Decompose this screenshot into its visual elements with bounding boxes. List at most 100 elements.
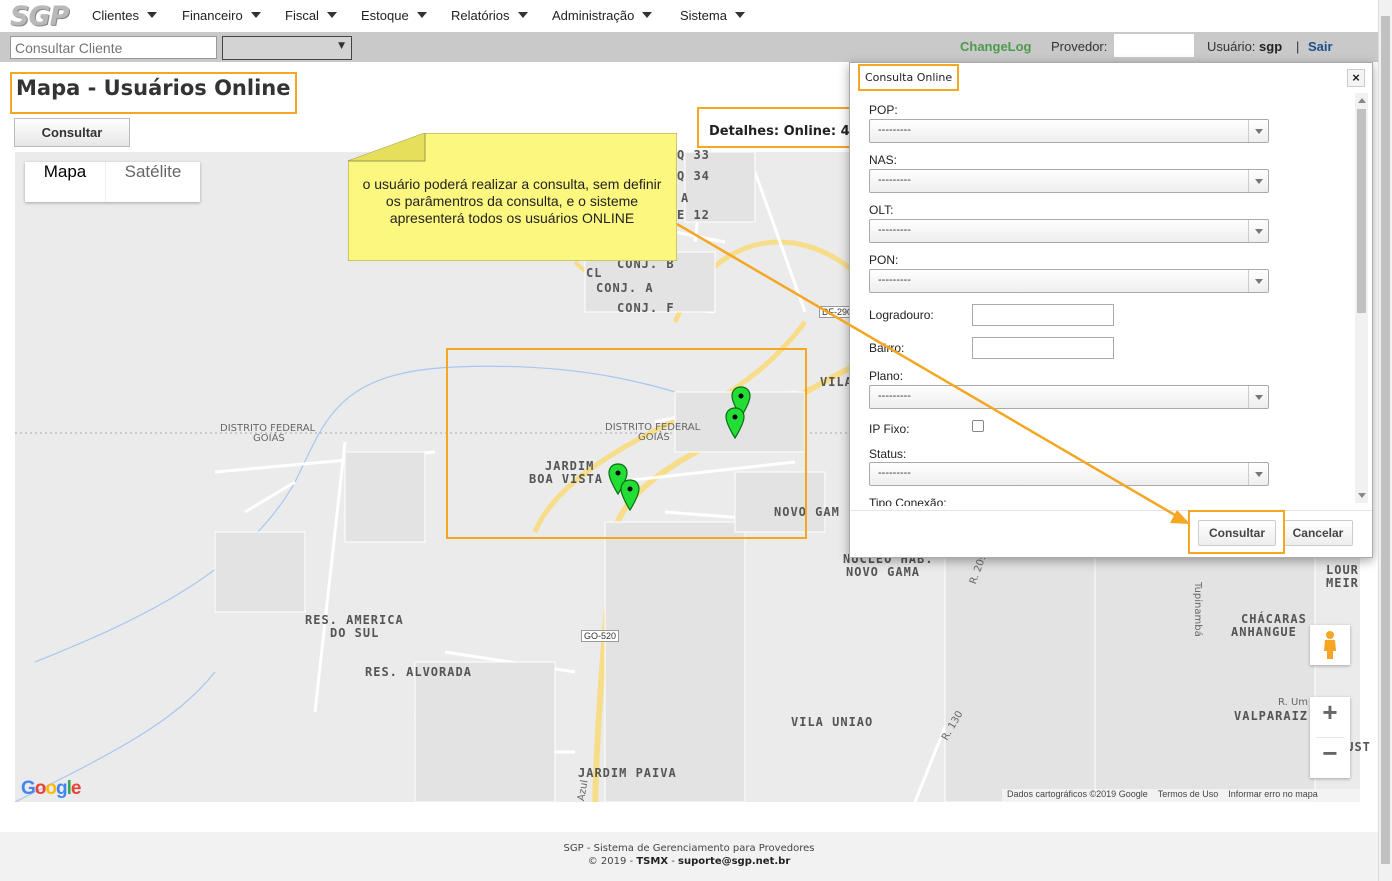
map-label: R. Um	[1278, 697, 1309, 708]
menu-sistema[interactable]: Sistema	[680, 8, 745, 23]
logout-link[interactable]: Sair	[1308, 39, 1333, 54]
menu-label: Relatórios	[451, 8, 510, 23]
chevron-down-icon	[1248, 463, 1268, 485]
map-label: CONJ. A	[596, 281, 654, 295]
caret-down-icon	[250, 12, 261, 18]
map-type-mapa[interactable]: Mapa	[25, 162, 105, 202]
ip-fixo-checkbox[interactable]	[972, 420, 984, 432]
map-label: E 12	[677, 208, 710, 222]
provedor-input[interactable]	[1114, 34, 1194, 57]
map-label: GOIÁS	[253, 433, 285, 444]
menu-label: Financeiro	[182, 8, 243, 23]
footer-copyright: © 2019 -	[587, 856, 634, 867]
menu-label: Fiscal	[285, 8, 319, 23]
map-label: MEIR	[1326, 576, 1359, 590]
menu-estoque[interactable]: Estoque	[361, 8, 427, 23]
map-label: CL	[586, 266, 603, 280]
scroll-thumb[interactable]	[1357, 109, 1366, 313]
map-label: CONJ. F	[617, 301, 675, 315]
footer-company: TSMX	[636, 856, 669, 867]
field-label: POP:	[869, 103, 898, 117]
zoom-in-button[interactable]: +	[1310, 697, 1350, 737]
map-attribution: Dados cartográficos ©2019 Google Termos d…	[1002, 789, 1360, 802]
highlight-dialog-title	[858, 64, 959, 91]
dialog-body: POP: --------- NAS: --------- OLT: -----…	[850, 92, 1355, 506]
chevron-down-icon	[1248, 386, 1268, 408]
plano-select[interactable]: ---------	[869, 385, 1269, 409]
menu-fiscal[interactable]: Fiscal	[285, 8, 337, 23]
select-value: ---------	[878, 467, 911, 479]
menu-clientes[interactable]: Clientes	[92, 8, 157, 23]
page-scrollbar[interactable]	[1378, 0, 1392, 881]
highlight-pins-area	[446, 348, 807, 539]
field-label: Bairro:	[869, 341, 905, 355]
zoom-control: + −	[1310, 697, 1350, 778]
caret-down-icon	[517, 12, 528, 18]
street-view-pegman-icon[interactable]	[1310, 625, 1350, 665]
map-label: NOVO GAMA	[846, 565, 921, 579]
chevron-down-icon	[1248, 170, 1268, 192]
separator: |	[1296, 39, 1300, 54]
status-select[interactable]: ---------	[869, 462, 1269, 486]
page-scroll-thumb[interactable]	[1381, 16, 1390, 864]
map-label: A	[681, 191, 690, 205]
zoom-out-button[interactable]: −	[1310, 738, 1350, 778]
map-label: JARDIM PAIVA	[578, 766, 677, 780]
map-label: DO SUL	[330, 626, 380, 640]
consultar-button[interactable]: Consultar	[14, 118, 130, 147]
pon-select[interactable]: ---------	[869, 269, 1269, 293]
pop-select[interactable]: ---------	[869, 119, 1269, 143]
dialog-footer-divider	[850, 510, 1372, 511]
footer-email[interactable]: suporte@sgp.net.br	[678, 856, 790, 867]
map-label: RES. ALVORADA	[365, 665, 472, 679]
scroll-down-icon[interactable]	[1358, 493, 1366, 498]
footer-dash: -	[671, 856, 675, 867]
report-error-link[interactable]: Informar erro no mapa	[1228, 789, 1318, 799]
field-label: IP Fixo:	[869, 422, 910, 436]
usuario-label: Usuário:	[1207, 39, 1256, 54]
menu-financeiro[interactable]: Financeiro	[182, 8, 261, 23]
map-type-satelite[interactable]: Satélite	[105, 162, 200, 202]
caret-down-icon	[326, 12, 337, 18]
caret-down-icon	[146, 12, 157, 18]
changelog-link[interactable]: ChangeLog	[960, 39, 1032, 54]
field-label: PON:	[869, 253, 899, 267]
nas-select[interactable]: ---------	[869, 169, 1269, 193]
field-label: Tipo Conexão:	[869, 496, 947, 506]
highlight-details	[697, 107, 851, 148]
bairro-input[interactable]	[972, 337, 1114, 359]
caret-down-icon	[416, 12, 427, 18]
sgp-logo[interactable]: SGP	[10, 1, 69, 32]
highlight-title	[10, 72, 297, 114]
user-info: Usuário: sgp	[1207, 39, 1282, 54]
logradouro-input[interactable]	[972, 304, 1114, 326]
scroll-up-icon[interactable]	[1358, 98, 1366, 103]
field-label: Plano:	[869, 369, 904, 383]
map-label: Q 34	[677, 169, 710, 183]
dialog-scrollbar[interactable]	[1355, 93, 1368, 503]
chevron-down-icon	[1248, 270, 1268, 292]
map-label: VALPARAIZ	[1234, 709, 1309, 723]
field-label: OLT:	[869, 203, 894, 217]
search-client-input[interactable]	[10, 36, 217, 59]
search-type-select[interactable]: ▼	[222, 36, 352, 60]
olt-select[interactable]: ---------	[869, 219, 1269, 243]
menu-label: Clientes	[92, 8, 139, 23]
map-label: VILA	[820, 375, 853, 389]
field-label: Logradouro:	[869, 308, 934, 322]
chevron-down-icon	[1248, 220, 1268, 242]
map-label: ANHANGUE	[1231, 625, 1297, 639]
close-icon[interactable]: ×	[1347, 69, 1365, 87]
highlight-consultar	[1188, 510, 1285, 554]
select-value: ---------	[878, 274, 911, 286]
menu-relatorios[interactable]: Relatórios	[451, 8, 528, 23]
menu-administracao[interactable]: Administração	[552, 8, 653, 23]
terms-link[interactable]: Termos de Uso	[1158, 789, 1219, 799]
caret-down-icon	[734, 12, 745, 18]
field-label: NAS:	[869, 153, 898, 167]
chevron-down-icon	[1248, 120, 1268, 142]
menu-label: Sistema	[680, 8, 727, 23]
annotation-text: o usuário poderá realizar a consulta, se…	[362, 176, 662, 226]
usuario-value: sgp	[1259, 39, 1283, 54]
dialog-cancelar-button[interactable]: Cancelar	[1283, 520, 1353, 546]
